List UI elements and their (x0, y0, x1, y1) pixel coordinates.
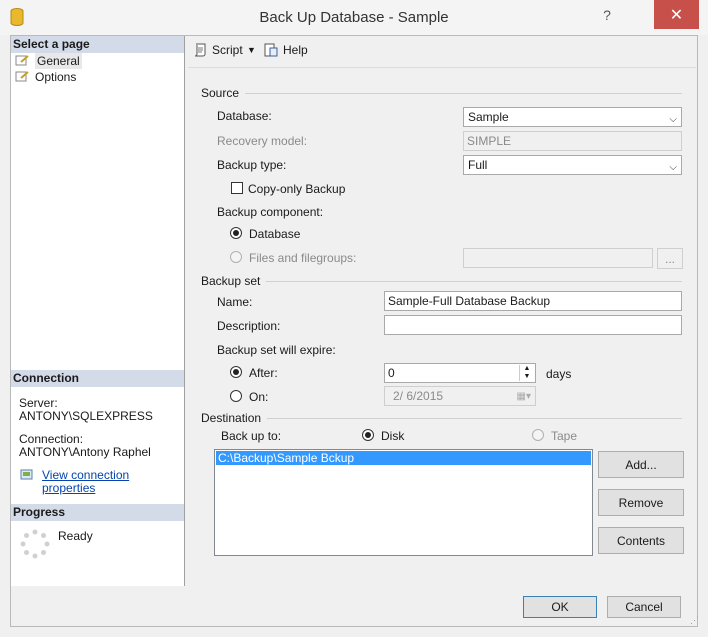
toolbar: Script ▼ Help (185, 36, 697, 64)
connection-value: ANTONY\Antony Raphel (19, 445, 151, 459)
backup-component-label: Backup component: (217, 205, 324, 219)
close-window-button[interactable]: ✕ (654, 0, 699, 29)
component-database-radio[interactable] (230, 227, 242, 239)
filegroups-field (463, 248, 653, 268)
tape-radio[interactable] (532, 429, 544, 441)
divider (267, 417, 682, 419)
page-icon (15, 55, 29, 66)
page-item-options[interactable]: Options (15, 69, 76, 85)
server-value: ANTONY\SQLEXPRESS (19, 409, 153, 423)
component-database-label: Database (249, 227, 301, 241)
remove-destination-button[interactable]: Remove (598, 489, 684, 516)
destination-list[interactable]: C:\Backup\Sample Bckup (214, 449, 593, 556)
source-header-label: Source (201, 86, 240, 100)
help-window-button[interactable]: ? (592, 0, 622, 29)
backup-to-label: Back up to: (221, 429, 282, 443)
expire-date-picker[interactable]: 2/ 6/2015 ▦▾ (384, 386, 536, 406)
days-label: days (546, 367, 572, 381)
page-icon (15, 71, 29, 82)
progress-header: Progress (11, 504, 184, 521)
backup-name-input[interactable]: Sample-Full Database Backup (384, 291, 682, 311)
left-pane: Select a page General Options Connection… (11, 36, 185, 586)
backup-set-header-label: Backup set (201, 274, 261, 288)
days-value: 0 (388, 366, 395, 380)
description-input[interactable] (384, 315, 682, 335)
database-value: Sample (468, 110, 509, 124)
help-label: Help (283, 43, 308, 57)
after-label: After: (249, 366, 278, 380)
view-connection-properties-link[interactable]: View connection properties (42, 469, 184, 495)
database-select[interactable]: Sample ⌵ (463, 107, 682, 127)
cancel-button[interactable]: Cancel (607, 596, 681, 618)
resize-grip-icon[interactable]: ⋰ (690, 615, 699, 626)
days-spinner[interactable]: 0 ▲ ▼ (384, 363, 536, 383)
recovery-model-label: Recovery model: (217, 134, 308, 148)
disk-label: Disk (381, 429, 405, 443)
filegroups-browse-button[interactable]: ... (657, 248, 683, 269)
select-page-header: Select a page (11, 36, 184, 53)
help-button[interactable]: Help (263, 41, 308, 59)
source-group-header: Source (201, 86, 682, 100)
calendar-dropdown-icon: ▦▾ (516, 391, 531, 402)
chevron-down-icon: ⌵ (669, 114, 677, 125)
backup-type-select[interactable]: Full ⌵ (463, 155, 682, 175)
spinner-arrows-icon[interactable]: ▲ ▼ (519, 365, 534, 381)
copy-only-checkbox[interactable] (231, 182, 243, 194)
script-dropdown-arrow-icon[interactable]: ▼ (247, 41, 256, 59)
backup-type-label: Backup type: (217, 158, 287, 172)
disk-radio[interactable] (362, 429, 374, 441)
expire-label: Backup set will expire: (217, 343, 336, 357)
tape-label: Tape (551, 429, 578, 443)
title-bar: Back Up Database - Sample ? ✕ (0, 0, 708, 35)
expire-on-radio[interactable] (230, 390, 242, 402)
page-item-general[interactable]: General (15, 53, 82, 69)
name-label: Name: (217, 295, 253, 309)
chevron-down-icon: ⌵ (669, 162, 677, 173)
contents-button[interactable]: Contents (598, 527, 684, 554)
connection-header: Connection (11, 370, 184, 387)
script-button[interactable]: Script (192, 41, 243, 59)
copy-only-label: Copy-only Backup (248, 182, 346, 196)
on-label: On: (249, 390, 269, 404)
recovery-model-field: SIMPLE (463, 131, 682, 151)
component-files-radio[interactable] (230, 251, 242, 263)
component-files-label: Files and filegroups: (249, 251, 357, 265)
expire-after-radio[interactable] (230, 366, 242, 378)
help-icon (264, 43, 278, 57)
description-label: Description: (217, 319, 281, 333)
script-label: Script (212, 43, 243, 57)
add-destination-button[interactable]: Add... (598, 451, 684, 478)
divider (245, 92, 682, 94)
page-item-label: Options (35, 70, 77, 84)
backup-set-group-header: Backup set (201, 274, 682, 288)
ok-button[interactable]: OK (523, 596, 597, 618)
database-label: Database: (217, 109, 272, 123)
progress-spinner-icon (20, 529, 50, 559)
destination-group-header: Destination (201, 411, 682, 425)
expire-date-value: 2/ 6/2015 (393, 389, 444, 403)
backup-type-value: Full (468, 158, 488, 172)
connection-properties-icon (20, 469, 33, 480)
divider (266, 280, 682, 282)
destination-header-label: Destination (201, 411, 262, 425)
progress-status: Ready (58, 529, 93, 543)
list-item[interactable]: C:\Backup\Sample Bckup (216, 451, 591, 465)
script-icon (194, 43, 206, 57)
page-item-label: General (35, 53, 82, 69)
